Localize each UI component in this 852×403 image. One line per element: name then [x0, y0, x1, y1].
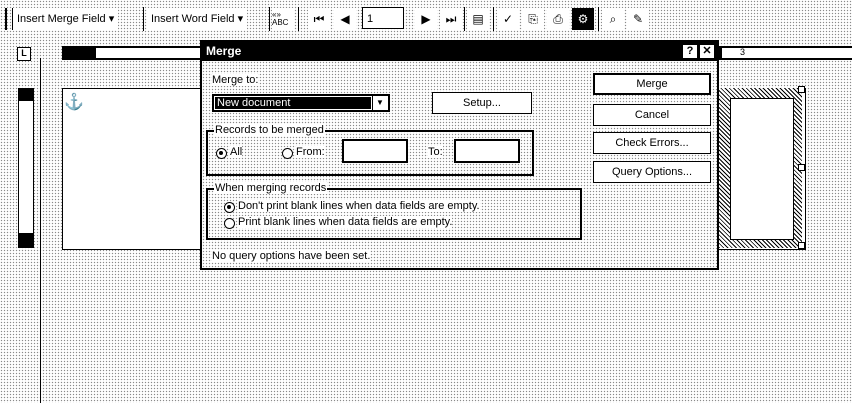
- last-record-icon[interactable]: ⏭: [440, 8, 462, 30]
- to-label: To:: [428, 146, 443, 158]
- record-number-input[interactable]: 1: [362, 7, 404, 29]
- resize-handle[interactable]: [798, 242, 805, 249]
- next-record-icon[interactable]: ▶: [415, 8, 437, 30]
- records-group-label: Records to be merged: [214, 124, 325, 136]
- first-record-icon[interactable]: ⏮: [308, 8, 330, 30]
- to-field[interactable]: [454, 139, 520, 163]
- toolbar-separator: [269, 7, 270, 31]
- view-merged-data-icon[interactable]: «» ABC: [272, 8, 294, 30]
- start-mail-merge-icon[interactable]: ⚙: [572, 8, 594, 30]
- edit-data-source-icon[interactable]: ✎: [627, 8, 649, 30]
- from-radio[interactable]: [282, 148, 293, 159]
- query-status-text: No query options have been set.: [212, 250, 371, 262]
- check-for-errors-icon[interactable]: ✓: [497, 8, 519, 30]
- resize-handle[interactable]: [798, 164, 805, 171]
- ruler-tick-label: 3: [104, 47, 110, 57]
- query-options-button[interactable]: Query Options...: [593, 161, 711, 183]
- toolbar-separator: [298, 7, 299, 31]
- merge-to-value: New document: [215, 97, 371, 109]
- dropdown-arrow-icon: ▾: [237, 13, 244, 25]
- toolbar-separator: [464, 7, 465, 31]
- ruler-margin: [19, 89, 33, 101]
- previous-record-icon[interactable]: ◀: [334, 8, 356, 30]
- cancel-button[interactable]: Cancel: [593, 104, 711, 126]
- close-icon[interactable]: ✕: [699, 44, 715, 59]
- insert-word-field-label: Insert Word Field: [151, 13, 235, 25]
- text-box-inner[interactable]: [730, 98, 794, 240]
- merge-dialog: Merge ? ✕ Merge to: New document ▼ Setup…: [200, 40, 719, 270]
- insert-merge-field-label: Insert Merge Field: [17, 13, 106, 25]
- dropdown-arrow-icon: ▾: [108, 13, 115, 25]
- help-icon[interactable]: ?: [682, 44, 698, 59]
- toolbar-separator: [493, 7, 494, 31]
- chevron-down-icon[interactable]: ▼: [372, 96, 387, 110]
- vertical-ruler[interactable]: [18, 88, 34, 248]
- check-errors-button[interactable]: Check Errors...: [593, 132, 711, 154]
- print-blank-lines-label[interactable]: Print blank lines when data fields are e…: [238, 216, 453, 228]
- insert-word-field-button[interactable]: Insert Word Field ▾: [147, 8, 248, 30]
- resize-handle[interactable]: [798, 86, 805, 93]
- all-radio[interactable]: [216, 148, 227, 159]
- print-blank-lines-radio[interactable]: [224, 218, 235, 229]
- merge-to-printer-icon[interactable]: ⎙: [547, 8, 569, 30]
- when-merging-records-group: When merging records: [206, 182, 582, 240]
- mail-merge-helper-icon[interactable]: ▤: [467, 8, 489, 30]
- merge-to-new-document-icon[interactable]: ⎘: [522, 8, 544, 30]
- merge-button[interactable]: Merge: [593, 73, 711, 95]
- mail-merge-toolbar: Insert Merge Field ▾ Insert Word Field ▾…: [0, 0, 852, 36]
- when-merging-group-label: When merging records: [214, 182, 328, 194]
- from-label[interactable]: From:: [296, 146, 325, 158]
- find-record-icon[interactable]: ⌕: [602, 8, 624, 30]
- all-label[interactable]: All: [230, 146, 243, 158]
- insert-merge-field-button[interactable]: Insert Merge Field ▾: [13, 8, 119, 30]
- ruler-tick-label: 3: [740, 47, 746, 57]
- page-margin-line: [40, 58, 41, 403]
- ruler-text-area: [96, 48, 206, 58]
- tab-selector[interactable]: L: [17, 47, 31, 61]
- dont-print-blank-lines-label[interactable]: Don't print blank lines when data fields…: [238, 200, 480, 212]
- toolbar-separator: [143, 7, 144, 31]
- merge-to-select[interactable]: New document ▼: [212, 94, 390, 112]
- from-field[interactable]: [342, 139, 408, 163]
- anchor-icon[interactable]: ⚓: [64, 92, 84, 112]
- dont-print-blank-lines-radio[interactable]: [224, 202, 235, 213]
- dialog-titlebar[interactable]: Merge ? ✕: [202, 42, 717, 61]
- ruler-margin: [19, 233, 33, 247]
- toolbar-separator: [598, 7, 599, 31]
- dialog-title: Merge: [206, 44, 242, 58]
- setup-button[interactable]: Setup...: [432, 92, 532, 114]
- merge-to-label: Merge to:: [212, 74, 259, 86]
